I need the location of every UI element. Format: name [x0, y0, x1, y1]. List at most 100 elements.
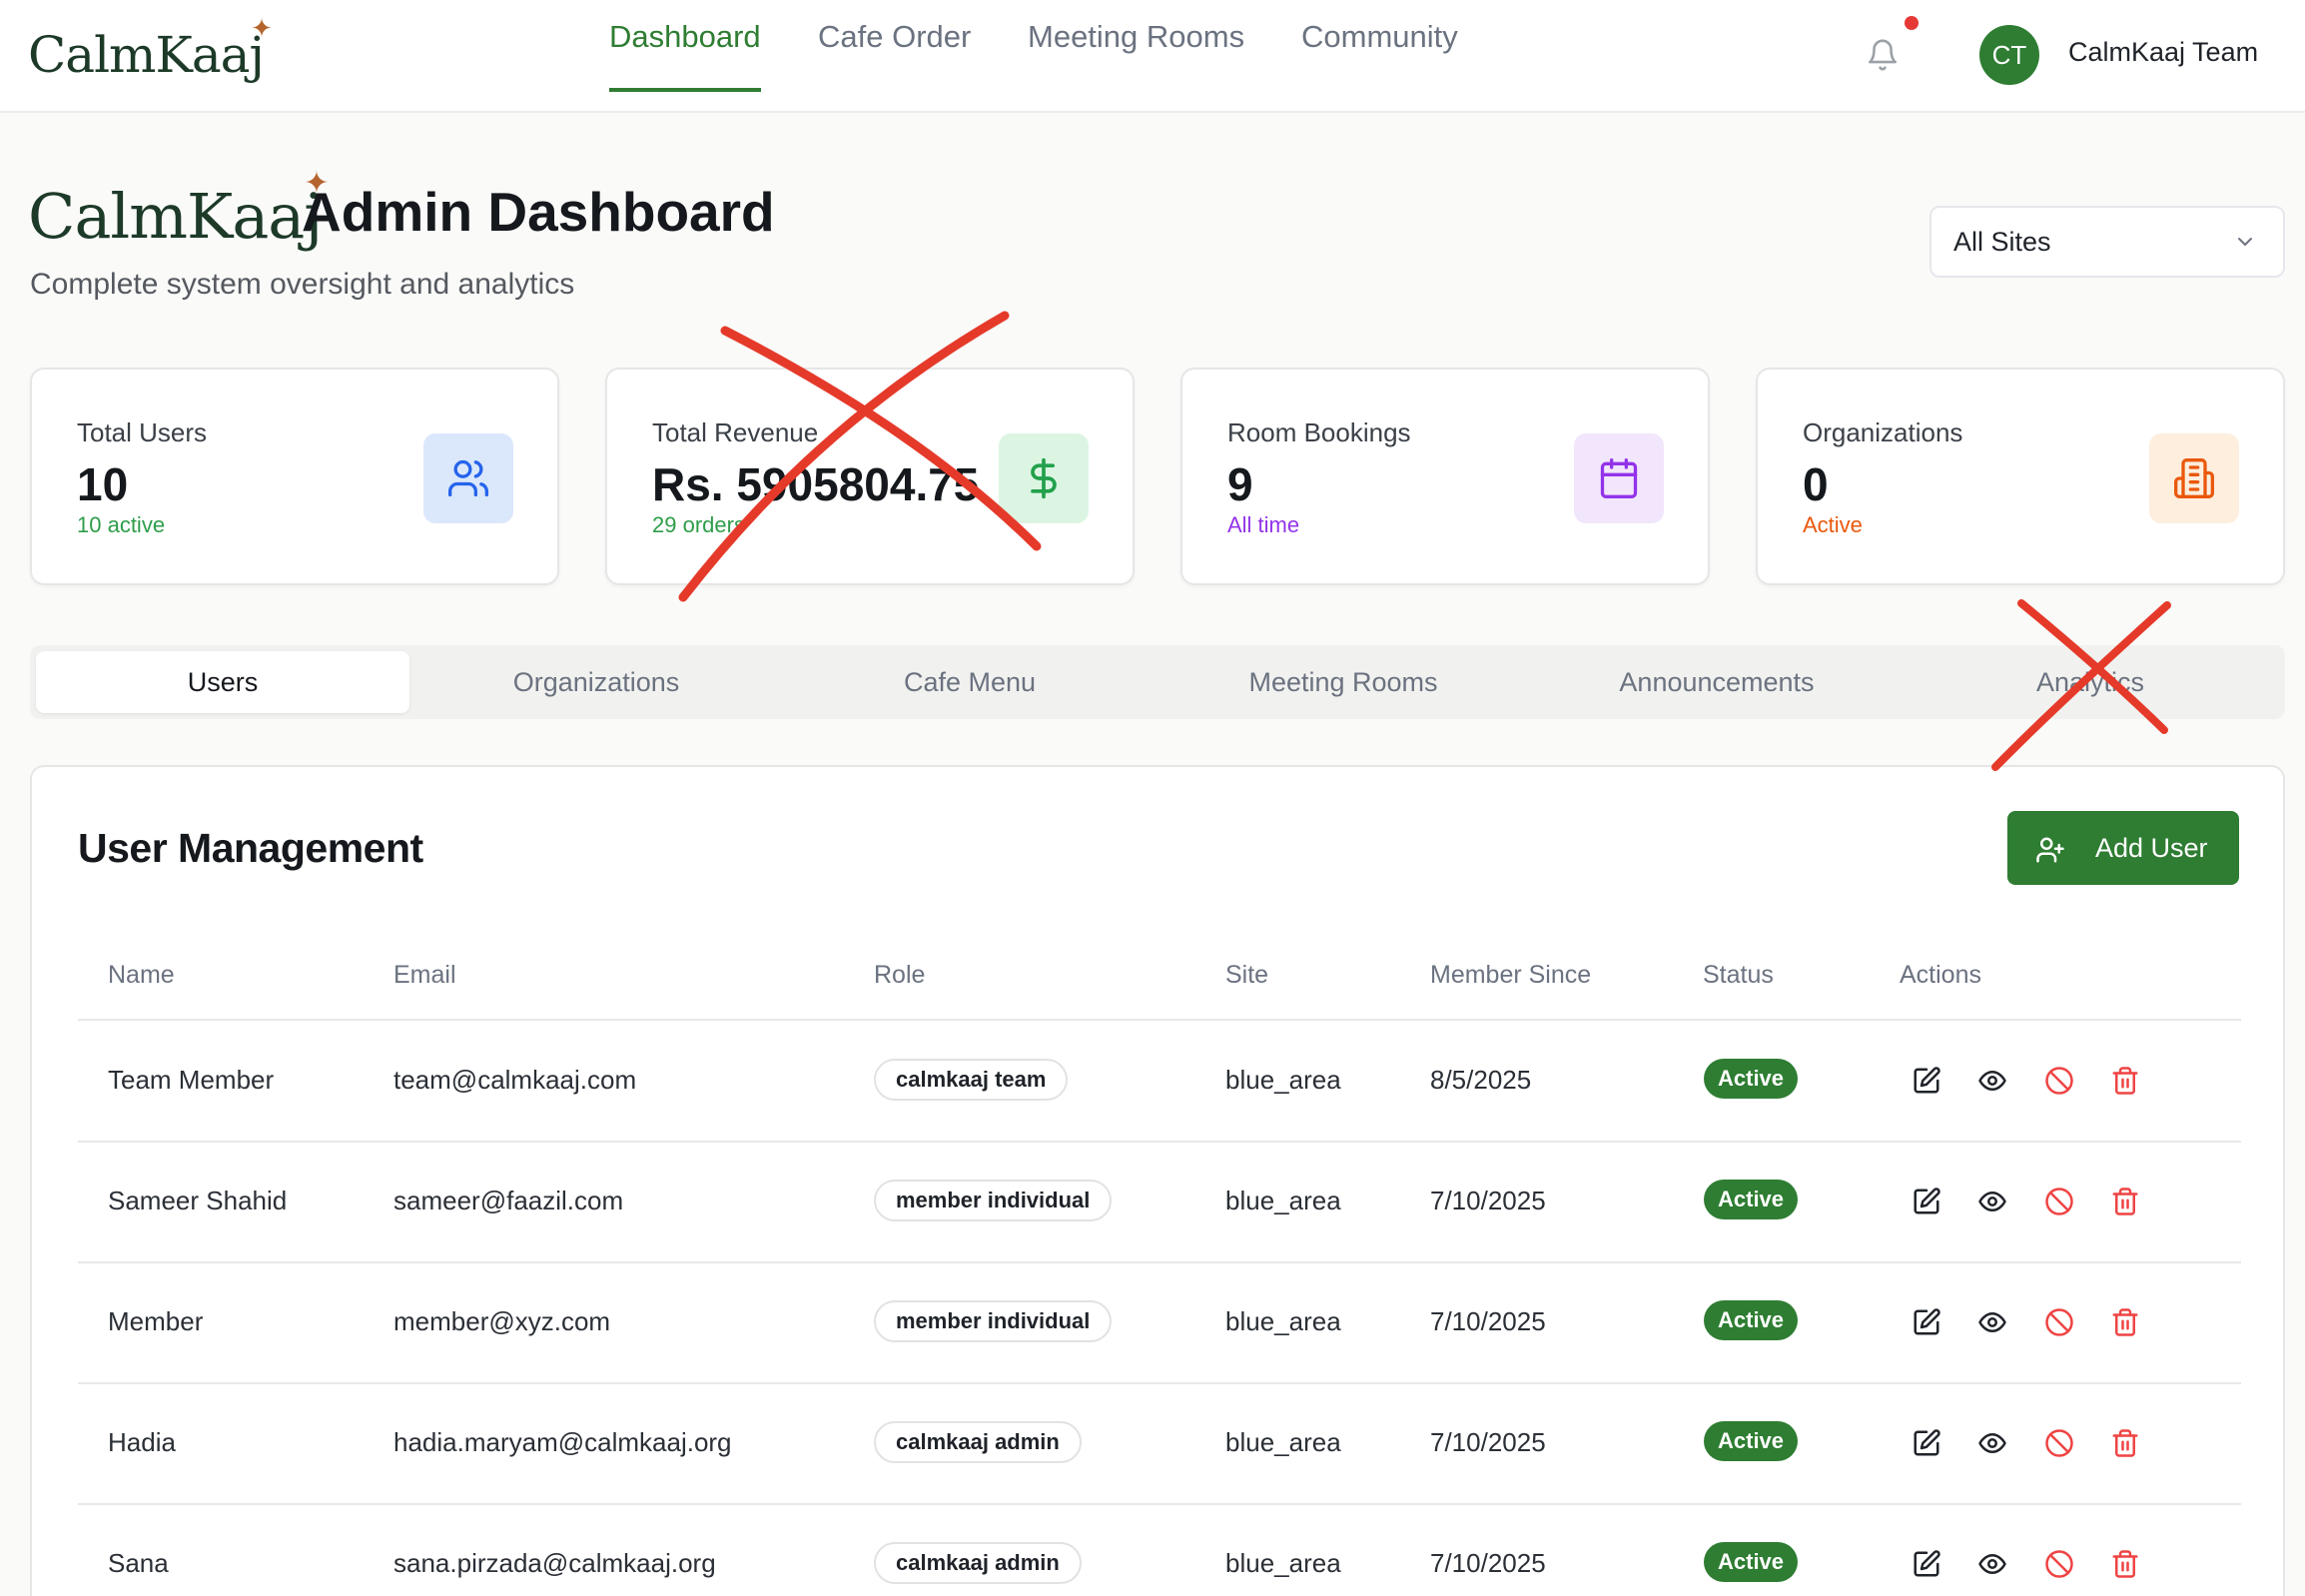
role-badge: calmkaaj admin: [874, 1421, 1082, 1463]
column-header-name[interactable]: Name: [108, 961, 175, 990]
users-icon: [423, 433, 513, 523]
status-badge: Active: [1704, 1180, 1799, 1219]
eye-icon[interactable]: [1977, 1428, 2007, 1458]
stat-value: Rs. 5905804.75: [652, 458, 980, 510]
ban-icon[interactable]: [2044, 1066, 2074, 1096]
dollar-icon: [999, 433, 1089, 523]
cell-email: member@xyz.com: [393, 1306, 611, 1336]
trash-icon[interactable]: [2110, 1307, 2140, 1337]
site-filter-value: All Sites: [1953, 227, 2051, 257]
stat-note: All time: [1227, 512, 1300, 537]
role-badge: member individual: [874, 1300, 1113, 1342]
cell-member-since: 7/10/2025: [1430, 1186, 1546, 1215]
edit-icon[interactable]: [1912, 1549, 1941, 1579]
edit-icon[interactable]: [1912, 1187, 1941, 1216]
section-tabs: Users Organizations Cafe Menu Meeting Ro…: [30, 645, 2285, 719]
stat-value: 9: [1227, 458, 1253, 510]
edit-icon[interactable]: [1912, 1428, 1941, 1458]
column-header-member-since[interactable]: Member Since: [1430, 961, 1591, 990]
stat-note: 29 orders: [652, 512, 745, 537]
column-header-role[interactable]: Role: [874, 961, 925, 990]
page-subtitle: Complete system oversight and analytics: [30, 268, 575, 301]
user-management-panel: User Management Add User Name Email Role…: [30, 765, 2285, 1596]
site-filter-select[interactable]: All Sites: [1929, 206, 2285, 278]
stat-label: Organizations: [1803, 417, 1963, 447]
cell-name: Sameer Shahid: [108, 1186, 288, 1215]
brand-logo-text: CalmKaaj: [28, 26, 265, 84]
stat-card-organizations: Organizations 0 Active: [1756, 368, 2285, 585]
brand-logo[interactable]: CalmKaaj ✦: [28, 14, 273, 84]
cell-name: Sana: [108, 1548, 169, 1578]
nav-meeting-rooms[interactable]: Meeting Rooms: [1028, 18, 1244, 92]
cell-email: sana.pirzada@calmkaaj.org: [393, 1548, 716, 1578]
cell-member-since: 7/10/2025: [1430, 1306, 1546, 1336]
trash-icon[interactable]: [2110, 1187, 2140, 1216]
ban-icon[interactable]: [2044, 1187, 2074, 1216]
cell-name: Hadia: [108, 1427, 176, 1457]
cell-name: Member: [108, 1306, 204, 1336]
stat-note: Active: [1803, 512, 1863, 537]
stat-label: Total Revenue: [652, 417, 819, 447]
cell-email: sameer@faazil.com: [393, 1186, 624, 1215]
page-title: Admin Dashboard: [302, 181, 775, 243]
ban-icon[interactable]: [2044, 1549, 2074, 1579]
column-header-site[interactable]: Site: [1225, 961, 1268, 990]
cell-site: blue_area: [1225, 1065, 1341, 1095]
role-badge: calmkaaj admin: [874, 1542, 1082, 1584]
bell-icon[interactable]: [1866, 36, 1900, 74]
cell-site: blue_area: [1225, 1306, 1341, 1336]
top-nav-bar: CalmKaaj ✦ Dashboard Cafe Order Meeting …: [0, 0, 2305, 113]
status-badge: Active: [1704, 1542, 1799, 1582]
stat-card-total-users: Total Users 10 10 active: [30, 368, 559, 585]
dashboard-logo-text: CalmKaaj: [28, 180, 323, 253]
tab-announcements[interactable]: Announcements: [1530, 651, 1904, 713]
stat-note: 10 active: [77, 512, 166, 537]
table-row: Hadia hadia.maryam@calmkaaj.org calmkaaj…: [32, 1383, 2287, 1503]
eye-icon[interactable]: [1977, 1187, 2007, 1216]
tab-users[interactable]: Users: [36, 651, 409, 713]
stat-card-total-revenue: Total Revenue Rs. 5905804.75 29 orders: [605, 368, 1135, 585]
status-badge: Active: [1704, 1300, 1799, 1340]
eye-icon[interactable]: [1977, 1549, 2007, 1579]
ban-icon[interactable]: [2044, 1307, 2074, 1337]
column-header-status[interactable]: Status: [1703, 961, 1774, 990]
add-user-label: Add User: [2095, 833, 2208, 863]
stat-value: 0: [1803, 458, 1829, 510]
avatar[interactable]: CT: [1979, 25, 2039, 85]
column-header-actions: Actions: [1900, 961, 1981, 989]
tab-analytics[interactable]: Analytics: [1904, 651, 2277, 713]
table-row: Sana sana.pirzada@calmkaaj.org calmkaaj …: [32, 1504, 2287, 1596]
eye-icon[interactable]: [1977, 1066, 2007, 1096]
status-badge: Active: [1704, 1059, 1799, 1099]
cell-site: blue_area: [1225, 1186, 1341, 1215]
user-plus-icon: [2036, 837, 2064, 863]
tab-cafe-menu[interactable]: Cafe Menu: [783, 651, 1156, 713]
chevron-down-icon: [2238, 238, 2252, 246]
stat-value: 10: [77, 458, 129, 510]
trash-icon[interactable]: [2110, 1066, 2140, 1096]
edit-icon[interactable]: [1912, 1307, 1941, 1337]
ban-icon[interactable]: [2044, 1428, 2074, 1458]
nav-community[interactable]: Community: [1301, 18, 1458, 92]
tab-meeting-rooms[interactable]: Meeting Rooms: [1156, 651, 1530, 713]
nav-dashboard[interactable]: Dashboard: [609, 18, 761, 92]
table-row: Sameer Shahid sameer@faazil.com member i…: [32, 1142, 2287, 1261]
user-name[interactable]: CalmKaaj Team: [2068, 37, 2258, 68]
add-user-button[interactable]: Add User: [2007, 811, 2239, 885]
logo-star-icon: ✦: [251, 14, 273, 44]
tab-organizations[interactable]: Organizations: [409, 651, 783, 713]
cell-email: hadia.maryam@calmkaaj.org: [393, 1427, 732, 1457]
edit-icon[interactable]: [1912, 1066, 1941, 1096]
trash-icon[interactable]: [2110, 1549, 2140, 1579]
cell-email: team@calmkaaj.com: [393, 1065, 637, 1095]
building-icon: [2149, 433, 2239, 523]
cell-member-since: 7/10/2025: [1430, 1548, 1546, 1578]
nav-cafe-order[interactable]: Cafe Order: [818, 18, 971, 92]
eye-icon[interactable]: [1977, 1307, 2007, 1337]
panel-title: User Management: [78, 825, 423, 871]
cell-member-since: 7/10/2025: [1430, 1427, 1546, 1457]
trash-icon[interactable]: [2110, 1428, 2140, 1458]
column-header-email[interactable]: Email: [393, 961, 456, 990]
cell-site: blue_area: [1225, 1548, 1341, 1578]
cell-member-since: 8/5/2025: [1430, 1065, 1532, 1095]
